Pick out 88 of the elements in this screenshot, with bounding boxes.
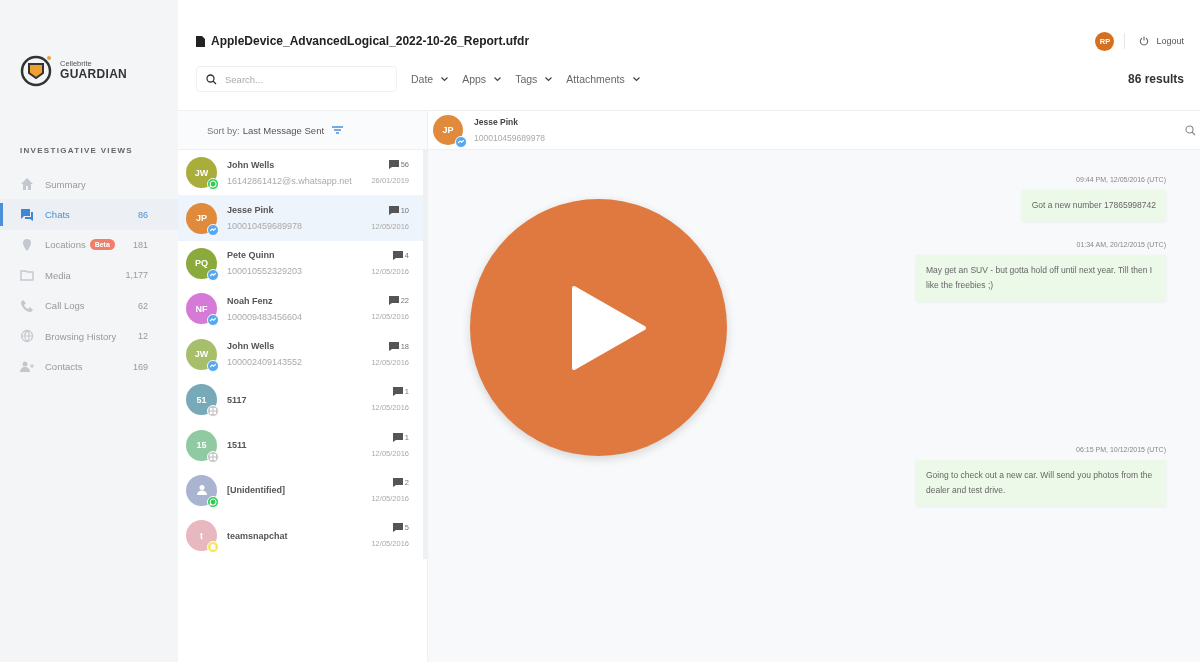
sort-filter-icon[interactable] bbox=[332, 126, 344, 134]
grid-badge-icon bbox=[207, 405, 219, 418]
message-bubble-icon bbox=[388, 160, 399, 170]
filter-dropdown[interactable]: Date bbox=[409, 73, 461, 85]
sort-value[interactable]: Last Message Sent bbox=[242, 124, 325, 136]
message-bubble-icon bbox=[392, 523, 403, 533]
home-icon bbox=[20, 177, 34, 192]
contact-name: Jesse Pink bbox=[474, 117, 519, 127]
contact-avatar: JP bbox=[186, 202, 217, 234]
sidebar-item-label: Media bbox=[45, 269, 71, 281]
contact-name: John Wells bbox=[227, 159, 276, 170]
person-icon bbox=[195, 484, 208, 497]
sidebar-item-label: Chats bbox=[45, 209, 70, 221]
message-bubble-icon bbox=[392, 250, 403, 260]
chevron-down-icon bbox=[632, 76, 640, 82]
contacts-icon bbox=[20, 359, 34, 374]
messenger-badge-icon bbox=[207, 268, 219, 281]
filter-dropdown[interactable]: Apps bbox=[460, 73, 514, 85]
contact-id: 100010459689978 bbox=[227, 221, 304, 232]
message-bubble-icon bbox=[388, 296, 399, 306]
play-icon bbox=[569, 285, 648, 370]
file-name: AppleDevice_AdvancedLogical_2022-10-26_Report.ufdr bbox=[211, 34, 531, 48]
contact-avatar: 51 bbox=[186, 384, 217, 416]
contact-name: [Unidentified] bbox=[227, 485, 286, 496]
messenger-badge-icon bbox=[207, 314, 219, 327]
phone-badge-icon bbox=[207, 495, 219, 508]
power-icon bbox=[1139, 36, 1150, 46]
contact-avatar: NF bbox=[186, 293, 217, 325]
search-icon[interactable] bbox=[1185, 124, 1196, 136]
grid-badge-icon bbox=[207, 450, 219, 463]
contact-name: Pete Quinn bbox=[227, 250, 276, 261]
phone-badge-icon bbox=[207, 178, 219, 191]
chat-icon bbox=[20, 207, 34, 222]
chevron-down-icon bbox=[494, 76, 502, 82]
message-bubble-icon bbox=[392, 477, 403, 487]
item-count: 62 bbox=[138, 300, 148, 311]
shield-logo-icon bbox=[20, 53, 54, 87]
chevron-down-icon bbox=[441, 76, 449, 82]
sidebar-item-label: Contacts bbox=[45, 361, 83, 373]
filter-dropdown[interactable]: Attachments bbox=[564, 73, 652, 85]
sidebar-item-label: Browsing History bbox=[45, 330, 117, 342]
message-bubble-icon bbox=[392, 432, 403, 442]
results-count: 86 results bbox=[1127, 72, 1184, 86]
item-count: 169 bbox=[132, 361, 148, 372]
message-bubble: May get an SUV - but gotta hold off until next year. Till then I like the freebies ;) bbox=[916, 255, 1166, 301]
item-count: 12 bbox=[138, 331, 148, 342]
item-count: 1,177 bbox=[125, 270, 148, 281]
globe-icon bbox=[20, 329, 34, 344]
file-icon bbox=[196, 35, 205, 47]
contact-avatar: JW bbox=[186, 157, 217, 189]
phone-icon bbox=[20, 298, 34, 313]
ghost-badge-icon bbox=[207, 541, 219, 554]
section-heading: INVESTIGATIVE VIEWS bbox=[19, 145, 134, 157]
logout-button[interactable]: Logout bbox=[1135, 36, 1184, 46]
folder-icon bbox=[20, 268, 34, 283]
contact-id: 100002409143552 bbox=[227, 357, 304, 368]
contact-avatar: 15 bbox=[186, 429, 217, 461]
chevron-down-icon bbox=[545, 76, 553, 82]
message-bubble-icon bbox=[392, 387, 403, 397]
messenger-badge-icon bbox=[207, 223, 219, 236]
item-count: 86 bbox=[138, 209, 148, 220]
contact-avatar: PQ bbox=[186, 247, 217, 279]
messenger-badge-icon bbox=[207, 359, 219, 372]
search-field[interactable]: Search... bbox=[196, 66, 397, 92]
contact-id: 100010552329203 bbox=[227, 266, 304, 277]
item-count: 181 bbox=[132, 239, 148, 250]
contact-name: Jesse Pink bbox=[227, 205, 275, 216]
sort-label: Sort by: bbox=[207, 124, 240, 136]
message-bubble: Going to check out a new car. Will send you photos from the dealer and test drive. bbox=[916, 460, 1166, 506]
sidebar-item-label: Summary bbox=[45, 178, 86, 190]
contact-name: Noah Fenz bbox=[227, 295, 274, 306]
brand-name: GUARDIAN bbox=[60, 67, 128, 80]
location-pin-icon bbox=[20, 237, 34, 252]
message-bubble-icon bbox=[388, 205, 399, 215]
contact-name: 1511 bbox=[227, 440, 248, 451]
message-bubble: Got a new number 17865998742 bbox=[1021, 190, 1166, 221]
contact-name: teamsnapchat bbox=[227, 530, 289, 541]
contact-id: 100009483456604 bbox=[227, 311, 304, 322]
sidebar-item-label: Call Logs bbox=[45, 300, 85, 312]
contact-avatar: t bbox=[186, 520, 217, 552]
contact-avatar: JW bbox=[186, 338, 217, 370]
contact-name: 5117 bbox=[227, 394, 248, 405]
contact-name: John Wells bbox=[227, 341, 276, 352]
sidebar-item-label: Locations bbox=[45, 239, 86, 251]
contact-id: 16142861412@s.whatsapp.net bbox=[227, 175, 353, 186]
filter-dropdown[interactable]: Tags bbox=[513, 73, 565, 85]
contact-id: 100010459689978 bbox=[474, 133, 546, 143]
message-bubble-icon bbox=[388, 341, 399, 351]
